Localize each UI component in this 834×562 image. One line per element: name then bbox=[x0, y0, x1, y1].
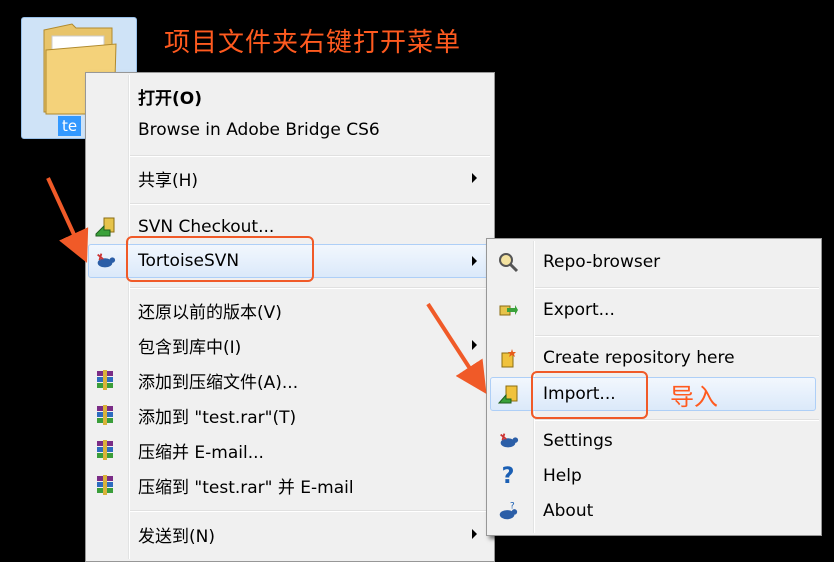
arrow-to-import bbox=[426, 302, 487, 395]
annotation-arrows bbox=[46, 177, 487, 395]
arrow-to-tortoisesvn bbox=[46, 177, 89, 263]
